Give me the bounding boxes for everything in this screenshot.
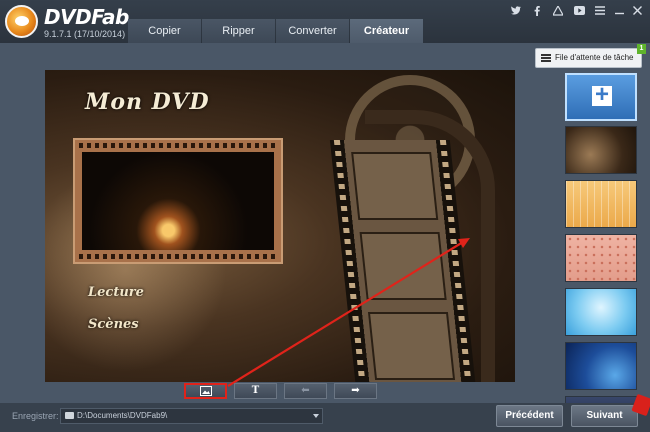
next-page-button[interactable]: ➡ xyxy=(334,383,377,399)
web-icon[interactable] xyxy=(551,4,565,18)
add-text-button[interactable]: T xyxy=(234,383,277,399)
film-frame xyxy=(367,312,456,380)
tab-copier[interactable]: Copier xyxy=(128,19,201,43)
video-thumbnail xyxy=(82,152,274,250)
template-thumbnail-partial[interactable] xyxy=(565,396,637,403)
previous-button[interactable]: Précédent xyxy=(496,405,563,427)
arrow-right-icon: ➡ xyxy=(351,385,360,396)
task-queue-label: File d'attente de tâche xyxy=(555,53,634,62)
save-location-label: Enregistrer: xyxy=(12,411,59,421)
chapter-thumbnail-frame[interactable] xyxy=(73,138,283,264)
background-image-button[interactable] xyxy=(184,383,227,399)
menu-item-scenes[interactable]: Scènes xyxy=(88,317,139,332)
template-thumbnail-film[interactable] xyxy=(565,126,637,174)
next-button[interactable]: Suivant xyxy=(571,405,638,427)
dvdfab-logo-icon xyxy=(5,5,38,38)
template-thumbnail-deep-blue[interactable] xyxy=(565,342,637,390)
queue-count-badge: 1 xyxy=(637,44,646,54)
template-thumbnail-pink[interactable] xyxy=(565,234,637,282)
list-icon xyxy=(541,54,551,62)
task-queue-button[interactable]: File d'attente de tâche xyxy=(535,48,642,68)
arrow-left-icon: ⬅ xyxy=(301,385,310,396)
app-name: DVDFab xyxy=(44,5,129,29)
menu-icon[interactable] xyxy=(593,6,607,18)
menu-preview[interactable]: Mon DVD Lecture Scènes xyxy=(45,70,515,382)
template-list[interactable] xyxy=(561,70,641,403)
film-frame xyxy=(359,232,447,300)
text-icon: T xyxy=(251,385,260,396)
add-icon xyxy=(592,81,612,109)
template-thumbnail-light-blue[interactable] xyxy=(565,288,637,336)
menu-title-text[interactable]: Mon DVD xyxy=(85,89,210,115)
app-version: 9.1.7.1 (17/10/2014) xyxy=(44,29,126,39)
previous-page-button[interactable]: ⬅ xyxy=(284,383,327,399)
twitter-icon[interactable] xyxy=(509,6,523,18)
tab-createur[interactable]: Créateur xyxy=(350,19,423,43)
folder-icon xyxy=(65,412,74,419)
minimize-icon[interactable] xyxy=(612,6,626,18)
facebook-icon[interactable] xyxy=(530,6,544,18)
image-icon xyxy=(199,386,212,396)
template-thumbnail-yellow[interactable] xyxy=(565,180,637,228)
menu-item-lecture[interactable]: Lecture xyxy=(88,285,144,300)
module-tabs: Copier Ripper Converter Créateur xyxy=(128,19,424,43)
save-path-field[interactable]: D:\Documents\DVDFab9\ xyxy=(60,408,323,424)
chevron-down-icon[interactable] xyxy=(313,414,319,418)
tab-ripper[interactable]: Ripper xyxy=(202,19,275,43)
tab-converter[interactable]: Converter xyxy=(276,19,349,43)
save-path-value: D:\Documents\DVDFab9\ xyxy=(77,411,168,420)
close-icon[interactable] xyxy=(630,6,644,18)
add-template-button[interactable] xyxy=(565,73,637,121)
film-frame xyxy=(351,152,439,220)
youtube-icon[interactable] xyxy=(572,6,586,18)
